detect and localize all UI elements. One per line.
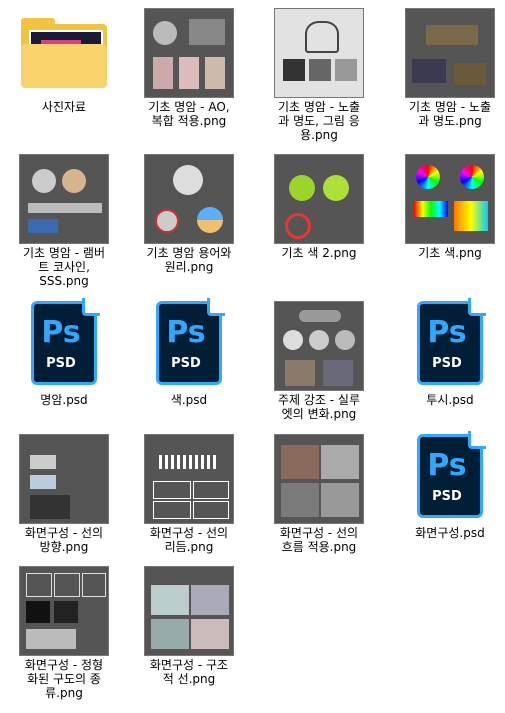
file-item-png[interactable]: 화면구성 - 구조 적 선.png <box>125 558 253 708</box>
file-item-png[interactable]: 기초 명암 - 노출 과 명도, 그림 응 용.png <box>255 0 383 150</box>
file-name: 화면구성 - 선의 흐름 적용.png <box>279 526 359 554</box>
file-item-png[interactable]: 화면구성 - 선의 리듬.png <box>125 426 253 576</box>
file-name: 기초 색.png <box>418 246 482 260</box>
folder-icon <box>21 18 107 88</box>
file-item-png[interactable]: 기초 색.png <box>386 146 505 296</box>
file-item-png[interactable]: 기초 명암 - 노출 과 명도.png <box>386 0 505 150</box>
file-name: 기초 명암 - 노출 과 명도.png <box>408 100 491 128</box>
file-item-png[interactable]: 주제 강조 - 실루 엣의 변화.png <box>255 293 383 443</box>
file-item-png[interactable]: 화면구성 - 선의 방향.png <box>0 426 128 576</box>
image-thumbnail <box>144 434 234 524</box>
file-item-png[interactable]: 화면구성 - 선의 흐름 적용.png <box>255 426 383 576</box>
image-thumbnail <box>19 566 109 656</box>
image-thumbnail <box>274 154 364 244</box>
file-name: 기초 색 2.png <box>281 246 357 260</box>
image-thumbnail <box>405 8 495 98</box>
file-item-folder-photos[interactable]: 사진자료 <box>0 0 128 150</box>
photoshop-file-icon: Ps PSD <box>417 431 486 522</box>
image-thumbnail <box>144 8 234 98</box>
file-name: 화면구성 - 선의 방향.png <box>24 526 104 554</box>
file-item-psd[interactable]: Ps PSD 색.psd <box>125 293 253 443</box>
file-item-psd[interactable]: Ps PSD 명암.psd <box>0 293 128 443</box>
file-item-psd[interactable]: Ps PSD 투시.psd <box>386 293 505 443</box>
file-item-psd[interactable]: Ps PSD 화면구성.psd <box>386 426 505 576</box>
file-name: 주제 강조 - 실루 엣의 변화.png <box>277 393 360 421</box>
file-name: 기초 명암 - 램버 트 코사인, SSS.png <box>22 246 105 288</box>
file-name: 명암.psd <box>40 393 88 407</box>
file-name: 색.psd <box>170 393 208 407</box>
photoshop-file-icon: Ps PSD <box>31 298 100 389</box>
file-name: 사진자료 <box>41 100 87 114</box>
image-thumbnail <box>144 566 234 656</box>
image-thumbnail <box>19 434 109 524</box>
image-thumbnail <box>144 154 234 244</box>
file-item-png[interactable]: 기초 명암 - AO, 복합 적용.png <box>125 0 253 150</box>
image-thumbnail <box>274 8 364 98</box>
file-name: 투시.psd <box>426 393 474 407</box>
photoshop-file-icon: Ps PSD <box>156 298 225 389</box>
file-name: 화면구성 - 구조 적 선.png <box>149 658 229 686</box>
image-thumbnail <box>274 301 364 391</box>
photoshop-file-icon: Ps PSD <box>417 298 486 389</box>
image-thumbnail <box>274 434 364 524</box>
file-name: 화면구성.psd <box>415 526 485 540</box>
file-name: 화면구성 - 정형 화된 구도의 종 류.png <box>24 658 104 700</box>
image-thumbnail <box>405 154 495 244</box>
file-name: 기초 명암 - AO, 복합 적용.png <box>148 100 230 128</box>
file-item-png[interactable]: 화면구성 - 정형 화된 구도의 종 류.png <box>0 558 128 708</box>
file-name: 기초 명암 - 노출 과 명도, 그림 응 용.png <box>277 100 360 142</box>
image-thumbnail <box>19 154 109 244</box>
file-item-png[interactable]: 기초 명암 용어와 원리.png <box>125 146 253 296</box>
file-name: 화면구성 - 선의 리듬.png <box>149 526 229 554</box>
file-item-png[interactable]: 기초 명암 - 램버 트 코사인, SSS.png <box>0 146 128 296</box>
file-item-png[interactable]: 기초 색 2.png <box>255 146 383 296</box>
file-name: 기초 명암 용어와 원리.png <box>146 246 232 274</box>
